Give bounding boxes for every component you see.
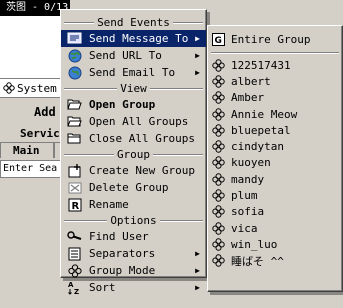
submenu-arrow-icon: ▶ [195,249,200,258]
search-input[interactable]: Enter Sea [0,160,62,178]
submenu-arrow-icon: ▶ [195,68,200,77]
section-header-options: Options [61,213,206,228]
folders-icon [67,114,82,129]
menu-item-rename[interactable]: R Rename [61,196,206,213]
flower-status-icon [212,221,225,235]
menu-item-delete-group[interactable]: Delete Group [61,179,206,196]
send-message-submenu: G Entire Group 122517431 albert Amber Annie… [207,25,343,292]
menu-item-group-mode[interactable]: Group Mode ▶ [61,262,206,279]
flower-status-icon [212,156,225,170]
submenu-arrow-icon: ▶ [195,283,200,292]
submenu-label-entire-group: Entire Group [231,32,311,46]
submenu-item-contact[interactable]: cindytan [208,138,342,154]
globe-icon [67,48,82,63]
flower-status-icon [212,75,225,88]
contact-name: Annie Meow [231,107,298,121]
submenu-item-contact[interactable]: Amber [208,90,342,106]
submenu-item-contact[interactable]: sofia [208,204,342,220]
contact-name: win_luo [231,237,278,251]
separators-icon [67,246,82,261]
submenu-arrow-icon: ▶ [195,266,200,275]
contact-name: bluepetal [231,123,291,137]
group-icon: G [212,32,225,46]
submenu-item-contact[interactable]: vica [208,220,342,236]
svg-text:G: G [215,36,222,46]
status-label: System [17,81,57,95]
flower-status-icon [212,107,225,121]
flower-status-icon [212,91,225,104]
flower-status-icon [212,189,225,202]
menu-item-find-user[interactable]: Find User [61,228,206,245]
menu-item-send-message-to[interactable]: Send Message To ▶ [61,30,206,47]
menu-item-sort[interactable]: AZ Sort ▶ [61,279,206,296]
close-folders-icon [67,131,82,146]
find-icon [67,229,82,244]
submenu-item-contact[interactable]: 122517431 [208,57,342,73]
section-header-send-events: Send Events [61,15,206,30]
flower-status-icon [212,58,225,72]
submenu-item-contact[interactable]: bluepetal [208,122,342,138]
sort-icon: AZ [67,280,82,295]
submenu-separator [211,52,339,54]
submenu-item-contact[interactable]: plum [208,187,342,203]
open-folder-icon [67,97,82,112]
email-icon [67,65,82,80]
message-icon [67,31,82,46]
submenu-item-contact[interactable]: kuoyen [208,155,342,171]
submenu-contact-list: 122517431 albert Amber Annie Meow bluepetal c… [208,57,342,269]
contact-name: 122517431 [231,58,291,72]
flower-status-icon [212,173,225,186]
svg-text:Z: Z [74,288,79,295]
menu-item-close-all-groups[interactable]: Close All Groups [61,130,206,147]
menu-item-separators[interactable]: Separators ▶ [61,245,206,262]
status-row[interactable]: System [0,78,64,98]
submenu-item-contact[interactable]: Annie Meow [208,106,342,122]
contact-name: sofia [231,205,265,219]
contact-name: cindytan [231,140,284,154]
context-menu: Send Events Send Message To ▶ Send URL T… [60,9,207,295]
contact-name: plum [231,189,258,203]
submenu-item-contact[interactable]: mandy [208,171,342,187]
flower-status-icon [212,254,225,267]
submenu-arrow-icon: ▶ [195,34,200,43]
submenu-item-contact[interactable]: albert [208,73,342,89]
menu-item-create-new-group[interactable]: Create New Group [61,162,206,179]
menu-item-send-url-to[interactable]: Send URL To ▶ [61,47,206,64]
section-header-group: Group [61,147,206,162]
contact-list [0,16,61,78]
contact-name: kuoyen [231,156,271,170]
contact-name: albert [231,74,271,88]
delete-group-icon [67,180,82,195]
new-group-icon [67,163,82,178]
submenu-arrow-icon: ▶ [195,51,200,60]
tab-main[interactable]: Main [0,142,54,158]
contact-name: 睡ばそ ^^ [231,254,284,268]
svg-text:R: R [71,201,79,212]
contact-name: vica [231,221,258,235]
app-lower-panel [0,178,60,308]
flower-status-icon [212,124,225,137]
submenu-item-entire-group[interactable]: G Entire Group [208,29,342,49]
section-header-view: View [61,81,206,96]
menu-item-send-email-to[interactable]: Send Email To ▶ [61,64,206,81]
contact-name: mandy [231,172,265,186]
flower-status-icon [212,140,225,153]
submenu-item-contact[interactable]: 睡ばそ ^^ [208,253,342,269]
rename-icon: R [67,197,82,212]
flower-status-icon [212,238,225,251]
submenu-item-contact[interactable]: win_luo [208,236,342,252]
group-mode-icon [67,263,82,278]
menu-item-open-all-groups[interactable]: Open All Groups [61,113,206,130]
flower-status-icon [212,205,225,219]
contact-name: Amber [231,91,265,105]
flower-status-icon [3,82,15,94]
menu-item-open-group[interactable]: Open Group [61,96,206,113]
add-button[interactable]: Add [34,105,56,119]
